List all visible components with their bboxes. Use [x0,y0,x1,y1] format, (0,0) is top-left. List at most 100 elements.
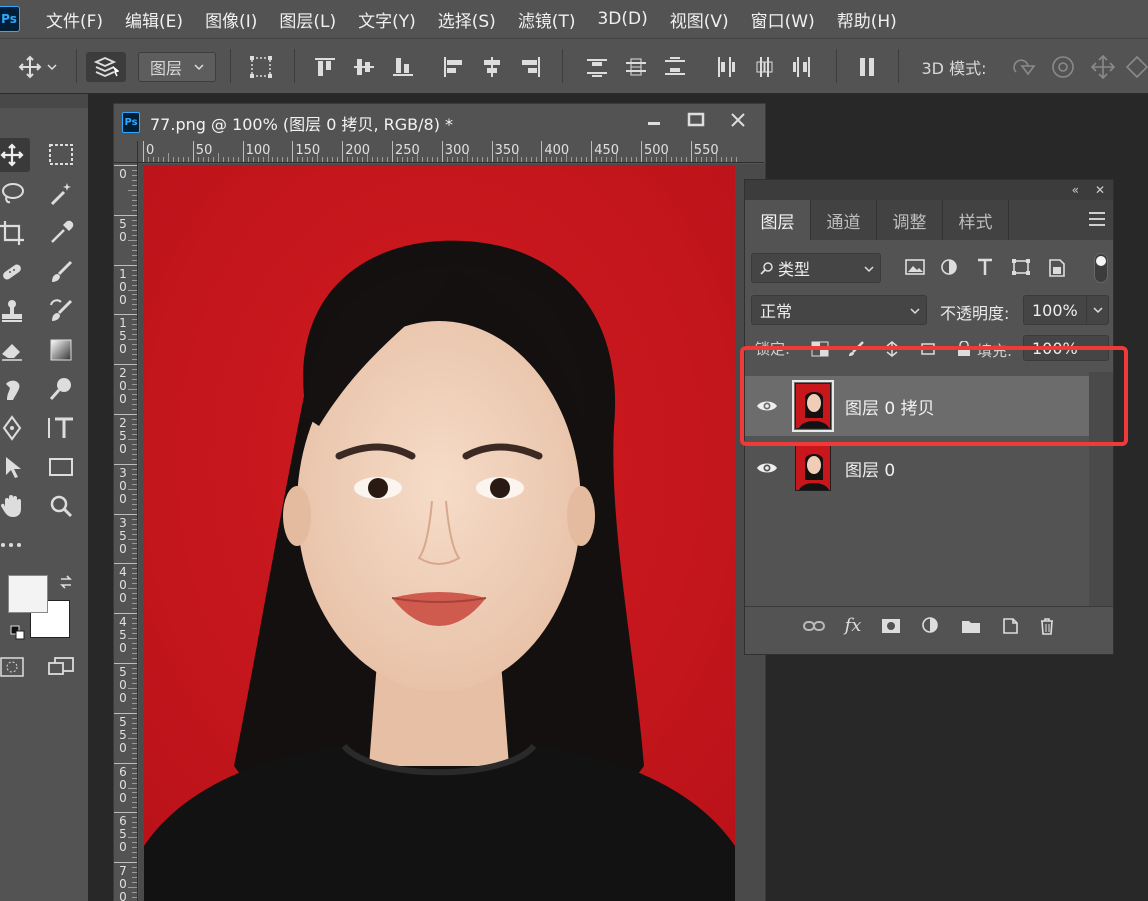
collapse-panel-icon[interactable]: « [1072,183,1079,197]
brush-tool[interactable] [43,255,79,289]
history-brush-tool[interactable] [43,294,79,328]
marquee-tool[interactable] [43,138,79,172]
filter-toggle-switch[interactable] [1094,253,1108,283]
foreground-color-swatch-top[interactable] [8,575,48,613]
menu-image[interactable]: 图像(I) [205,7,257,32]
menu-view[interactable]: 视图(V) [670,7,729,32]
ruler-tick [114,364,137,366]
menu-filter[interactable]: 滤镜(T) [518,7,576,32]
close-panel-icon[interactable]: ✕ [1095,183,1105,197]
move-tool[interactable] [0,138,30,172]
ruler-minor-tick [128,687,137,689]
ruler-minor-tick [132,822,137,824]
menu-edit[interactable]: 编辑(E) [125,7,183,32]
minimize-button[interactable] [635,107,673,133]
zoom-tool[interactable] [43,489,79,523]
filter-adjustment-icon[interactable] [940,258,958,280]
menu-type[interactable]: 文字(Y) [358,7,416,32]
menu-select[interactable]: 选择(S) [438,7,496,32]
move-tool-preset[interactable] [8,52,68,82]
menu-file[interactable]: 文件(F) [46,7,103,32]
align-vertical-center-icon[interactable] [351,52,377,82]
lasso-tool[interactable] [0,177,30,211]
close-button[interactable] [719,107,757,133]
filter-type-icon[interactable] [976,257,994,281]
align-bottom-icon[interactable] [390,52,416,82]
layer-row[interactable]: 图层 0 [745,438,1089,498]
3d-slide-icon[interactable] [1122,52,1148,82]
ruler-minor-tick [132,199,137,201]
blend-mode-dropdown[interactable]: 正常 [751,295,927,325]
filter-smart-object-icon[interactable] [1048,258,1066,282]
3d-orbit-icon[interactable] [1006,52,1040,82]
chevron-down-icon[interactable] [1086,296,1108,324]
align-left-icon[interactable] [440,52,466,82]
menu-layer[interactable]: 图层(L) [279,7,336,32]
eyedropper-tool[interactable] [43,216,79,250]
default-colors-icon[interactable] [10,625,26,645]
dodge-tool[interactable] [43,372,79,406]
tab-styles[interactable]: 样式 [943,200,1009,240]
swap-colors-icon[interactable] [58,574,74,594]
3d-pan-icon[interactable] [1086,52,1120,82]
ruler-minor-tick [720,157,722,162]
auto-select-target-dropdown[interactable]: 图层 [138,52,216,82]
menu-help[interactable]: 帮助(H) [837,7,897,32]
tab-adjustments[interactable]: 调整 [877,200,943,240]
panel-header-bar[interactable]: « ✕ [745,180,1113,200]
ruler-minor-tick [132,428,137,430]
quick-mask-button[interactable] [0,650,30,684]
ruler-minor-tick [132,682,137,684]
fx-icon[interactable]: fx [845,615,862,636]
screen-mode-button[interactable] [43,650,79,684]
ruler-origin[interactable] [114,141,138,163]
maximize-button[interactable] [677,107,715,133]
3d-roll-icon[interactable] [1046,52,1080,82]
path-selection-tool[interactable] [0,450,30,484]
ruler-minor-tick [128,189,137,191]
show-transform-controls-icon[interactable] [246,52,276,82]
menu-3d[interactable]: 3D(D) [597,9,647,29]
distribute-vertical-center-icon[interactable] [623,52,649,82]
auto-select-icon[interactable] [86,52,126,82]
ruler-label: 5 0 0 [119,665,127,705]
filter-shape-icon[interactable] [1011,258,1031,280]
distribute-spacing-icon[interactable] [854,52,880,82]
panel-menu-icon[interactable] [1089,212,1105,226]
filter-pixel-icon[interactable] [905,258,925,280]
horizontal-ruler[interactable]: 0 50 100 150 200 250 300 350 400 450 500 550 [138,141,764,163]
crop-tool[interactable] [0,216,30,250]
align-horizontal-center-icon[interactable] [479,52,505,82]
ruler-minor-tick [132,543,137,545]
distribute-bottom-icon[interactable] [662,52,688,82]
tab-channels[interactable]: 通道 [811,200,877,240]
distribute-left-icon[interactable] [712,52,738,82]
smudge-tool[interactable] [0,372,30,406]
pen-tool[interactable] [0,411,30,445]
menu-window[interactable]: 窗口(W) [751,7,815,32]
align-right-icon[interactable] [518,52,544,82]
ruler-label: 5 0 [119,216,127,244]
canvas-area[interactable] [139,164,765,901]
eye-icon[interactable] [745,461,789,475]
distribute-top-icon[interactable] [584,52,610,82]
gradient-tool[interactable] [43,333,79,367]
align-top-icon[interactable] [312,52,338,82]
clone-stamp-tool[interactable] [0,294,30,328]
eraser-tool[interactable] [0,333,30,367]
magic-wand-tool[interactable] [43,177,79,211]
ruler-minor-tick [132,882,137,884]
hand-tool[interactable] [0,489,30,523]
document-title-bar[interactable]: Ps 77.png @ 100% (图层 0 拷贝, RGB/8) * [114,104,765,141]
vertical-ruler[interactable]: 0 5 0 1 0 0 1 5 0 2 0 0 2 5 0 3 0 0 3 5 0 4 0 0 4… [114,163,138,901]
distribute-horizontal-center-icon[interactable] [751,52,777,82]
healing-brush-tool[interactable] [0,255,30,289]
distribute-right-icon[interactable] [790,52,816,82]
rectangle-tool[interactable] [43,450,79,484]
opacity-input[interactable]: 100% [1023,295,1109,325]
tools-panel-grip[interactable] [0,94,88,108]
layer-filter-kind-dropdown[interactable]: 类型 [751,253,881,283]
type-tool[interactable] [43,411,79,445]
tab-layers[interactable]: 图层 [745,200,811,240]
edit-toolbar-button[interactable] [0,528,30,562]
